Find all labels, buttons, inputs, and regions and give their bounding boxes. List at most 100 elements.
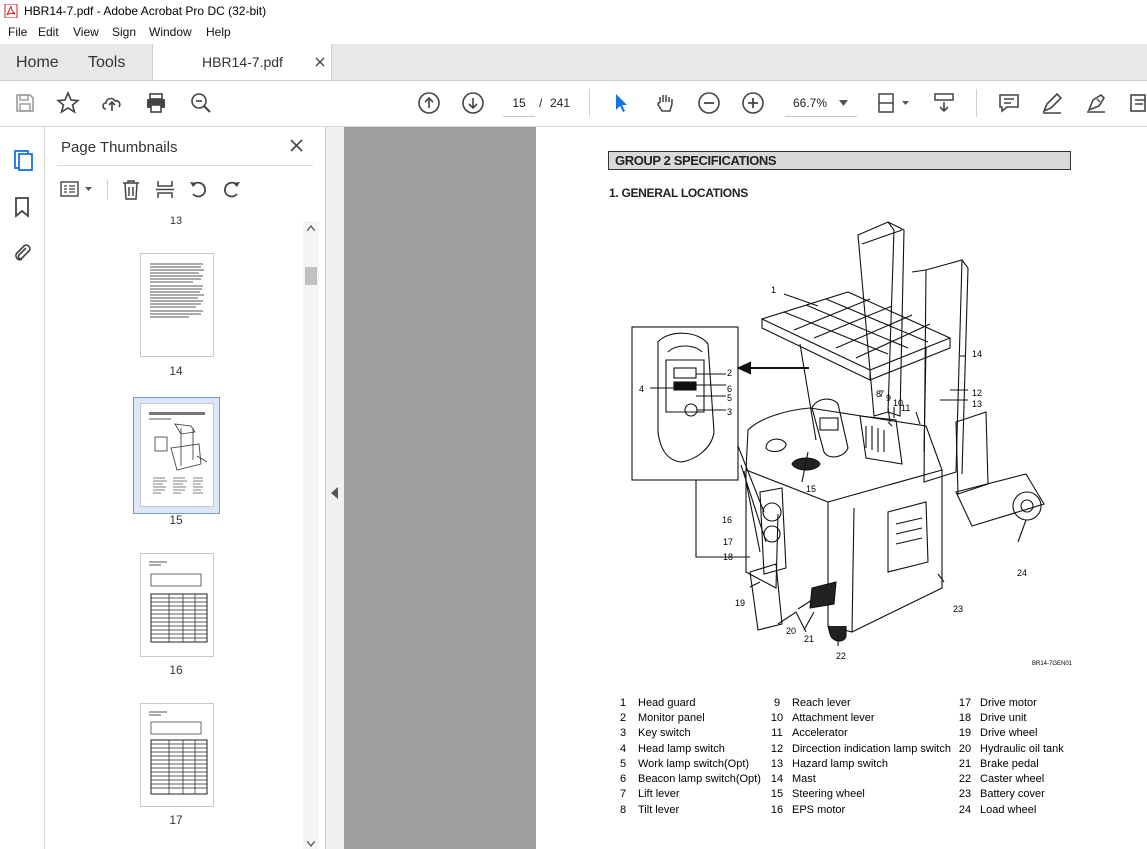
thumbnail-page-current[interactable] [140, 403, 214, 507]
menu-bar: File Edit View Sign Window Help [0, 22, 1147, 44]
menu-sign[interactable]: Sign [112, 25, 136, 39]
zoom-search-icon[interactable] [189, 91, 213, 115]
thumbnail-page[interactable] [140, 253, 214, 357]
subheading: 1. GENERAL LOCATIONS [609, 186, 748, 200]
callout-23: 23 [953, 604, 964, 614]
thumbnails-panel: Page Thumbnails 13 14 15 16 17 [45, 127, 326, 849]
panel-title: Page Thumbnails [61, 139, 178, 156]
window-title: HBR14-7.pdf - Adobe Acrobat Pro DC (32-b… [24, 4, 267, 18]
upload-cloud-icon[interactable] [100, 91, 124, 115]
pdf-page: GROUP 2 SPECIFICATIONS 1. GENERAL LOCATI… [536, 127, 1147, 849]
highlight-pen-icon[interactable] [1040, 91, 1064, 115]
toolbar: 15 / 241 66.7% [0, 81, 1147, 127]
thumbnail-label: 15 [169, 513, 183, 527]
callout-24: 24 [1017, 568, 1028, 578]
page-separator: / [539, 96, 543, 110]
forklift-diagram [631, 221, 1045, 646]
callout-9: 9 [886, 393, 892, 403]
callout-1: 1 [771, 285, 777, 295]
save-icon[interactable] [13, 91, 37, 115]
callout-16: 16 [722, 515, 733, 525]
page-layout-icon[interactable] [876, 91, 912, 115]
callout-5: 5 [727, 393, 733, 403]
menu-edit[interactable]: Edit [38, 25, 59, 39]
menu-window[interactable]: Window [149, 25, 192, 39]
zoom-value: 66.7% [793, 96, 828, 110]
scroll-down-arrow-icon[interactable] [307, 841, 315, 847]
thumbnail-label: 14 [169, 364, 183, 378]
tab-tools[interactable]: Tools [88, 54, 125, 72]
callout-3: 3 [727, 407, 733, 417]
bookmark-star-icon[interactable] [55, 90, 81, 115]
more-tools-icon[interactable] [1127, 91, 1147, 115]
menu-file[interactable]: File [8, 25, 27, 39]
page-preview [149, 561, 208, 643]
section-header-bar: GROUP 2 SPECIFICATIONS [608, 151, 1071, 170]
callout-12: 12 [972, 388, 983, 398]
scroll-mode-icon[interactable] [932, 91, 956, 115]
acrobat-logo-icon [4, 4, 18, 18]
callout-6: 6 [727, 384, 733, 394]
page-preview [149, 412, 208, 494]
page-preview [149, 711, 208, 795]
delete-trash-icon[interactable] [121, 179, 141, 200]
navigation-rail [0, 127, 45, 849]
tab-bar: Home Tools HBR14-7.pdf [0, 44, 1147, 81]
zoom-out-icon[interactable] [697, 91, 721, 115]
callout-4: 4 [639, 384, 645, 394]
chevron-down-icon [839, 100, 848, 106]
select-cursor-icon[interactable] [609, 91, 633, 115]
collapse-arrow-icon[interactable] [331, 487, 339, 499]
extract-pages-icon[interactable] [155, 179, 175, 200]
page-total: 241 [550, 96, 571, 110]
menu-help[interactable]: Help [206, 25, 231, 39]
page-thumbnails-icon[interactable] [12, 149, 34, 171]
print-icon[interactable] [144, 91, 168, 115]
rotate-counterclockwise-icon[interactable] [187, 179, 209, 200]
attachments-paperclip-icon[interactable] [12, 241, 32, 263]
toolbar-divider [976, 89, 977, 117]
zoom-dropdown[interactable]: 66.7% [785, 90, 857, 117]
callout-13: 13 [972, 399, 983, 409]
rotate-clockwise-icon[interactable] [221, 179, 243, 200]
thumbnail-page[interactable] [140, 553, 214, 657]
thumbnail-options-icon[interactable] [60, 180, 96, 198]
page-number-input[interactable]: 15 [503, 90, 535, 117]
figure-code: BR14-7GEN01 [1032, 661, 1073, 667]
scroll-up-arrow-icon[interactable] [307, 225, 315, 231]
section-header: GROUP 2 SPECIFICATIONS [615, 153, 777, 168]
thumbnail-label-partial: 13 [169, 215, 183, 227]
toolbar-divider [589, 89, 590, 117]
tab-document-label: HBR14-7.pdf [202, 54, 283, 70]
thumbnail-label: 16 [169, 663, 183, 677]
tab-home[interactable]: Home [16, 54, 59, 72]
title-bar: HBR14-7.pdf - Adobe Acrobat Pro DC (32-b… [0, 0, 1147, 22]
thumbnail-label: 17 [169, 813, 183, 827]
comment-icon[interactable] [997, 91, 1021, 115]
callout-15: 15 [806, 484, 817, 494]
zoom-in-icon[interactable] [741, 91, 765, 115]
tab-document[interactable]: HBR14-7.pdf [152, 44, 332, 80]
next-page-icon[interactable] [461, 91, 485, 115]
thumbnail-scrollbar[interactable] [303, 221, 319, 849]
callout-19: 19 [735, 598, 746, 608]
thumbnail-page[interactable] [140, 703, 214, 807]
bookmarks-icon[interactable] [13, 196, 31, 218]
scrollbar-thumb[interactable] [305, 267, 317, 285]
callout-18: 18 [723, 552, 734, 562]
callout-20: 20 [786, 626, 797, 636]
panel-toolbar-divider [107, 180, 108, 200]
panel-divider [57, 165, 313, 166]
close-panel-icon[interactable] [290, 139, 303, 152]
previous-page-icon[interactable] [417, 91, 441, 115]
sign-icon[interactable] [1084, 91, 1108, 115]
parts-legend: 1 Head guard 2 Monitor panel 3 Key switch 4… [619, 697, 1064, 816]
callout-21: 21 [804, 634, 815, 644]
hand-tool-icon[interactable] [653, 91, 677, 115]
menu-view[interactable]: View [73, 25, 99, 39]
callout-11: 11 [901, 403, 911, 413]
close-tab-icon[interactable] [315, 57, 325, 67]
page-preview [150, 263, 204, 318]
callout-8: 8 [876, 389, 882, 399]
panel-collapse-handle[interactable] [326, 127, 344, 849]
